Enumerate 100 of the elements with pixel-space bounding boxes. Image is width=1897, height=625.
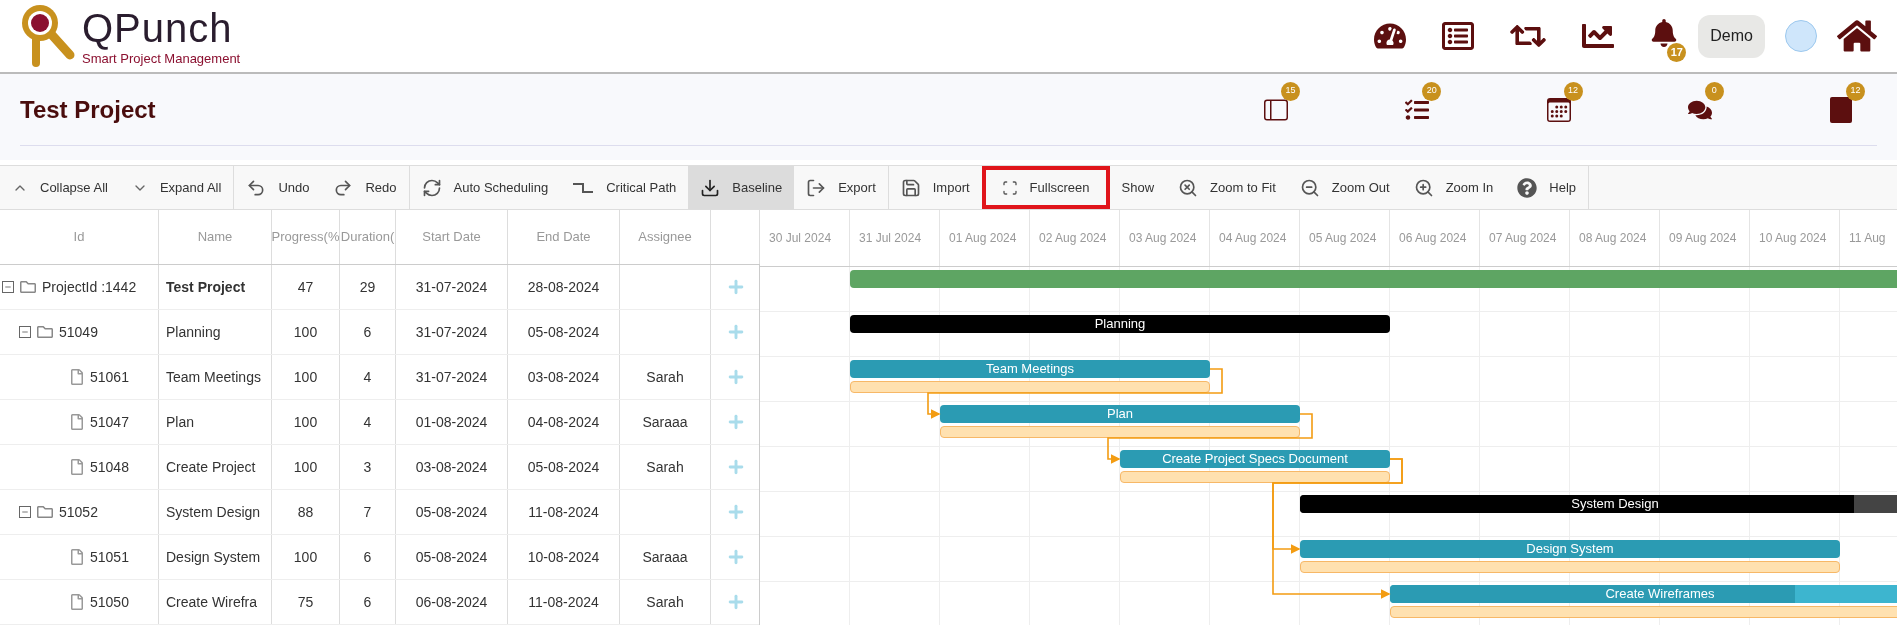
table-cell: 11-08-2024 [508, 490, 620, 534]
table-cell: 100 [272, 535, 340, 579]
timeline-day: 30 Jul 2024 [760, 210, 850, 266]
step-line-icon [572, 180, 595, 195]
minus-icon [4, 283, 12, 291]
table-cell: 06-08-2024 [396, 580, 508, 624]
table-cell: 31-07-2024 [396, 355, 508, 399]
timeline-day: 04 Aug 2024 [1210, 210, 1300, 266]
toolbar-button[interactable]: Expand All [119, 166, 234, 209]
column-header: End Date [508, 210, 620, 264]
column-header: Assignee [620, 210, 711, 264]
table-cell: Create Wirefra [159, 580, 272, 624]
toolbar-button[interactable]: Zoom Out [1287, 166, 1402, 209]
notifications-button[interactable] [1650, 18, 1679, 47]
table-cell: 75 [272, 580, 340, 624]
toolbar-button[interactable]: Zoom In [1401, 166, 1506, 209]
toolbar-button[interactable]: Collapse All [0, 166, 120, 209]
toolbar-button[interactable]: Import [888, 166, 982, 209]
table-cell: 88 [272, 490, 340, 534]
timeline-day: 08 Aug 2024 [1570, 210, 1660, 266]
file-icon [70, 594, 84, 610]
table-cell: Test Project [159, 265, 272, 309]
table-cell: 3 [340, 445, 396, 489]
table-cell: 100 [272, 445, 340, 489]
folder-icon [37, 504, 53, 520]
table-cell: Sarah [620, 445, 711, 489]
timeline-day: 07 Aug 2024 [1480, 210, 1570, 266]
toolbar-button[interactable]: Help [1505, 166, 1589, 209]
table-cell: 100 [272, 355, 340, 399]
help-icon [1517, 177, 1538, 198]
table-cell: Design System [159, 535, 272, 579]
task-id: 51049 [59, 322, 98, 342]
folder-icon [20, 279, 36, 295]
timeline-day: 05 Aug 2024 [1300, 210, 1390, 266]
table-cell: 6 [340, 535, 396, 579]
zoom-out-icon [1299, 177, 1320, 198]
timeline-day: 09 Aug 2024 [1660, 210, 1750, 266]
table-cell: 31-07-2024 [396, 310, 508, 354]
table-cell: Plan [159, 400, 272, 444]
collapse-toggle[interactable] [19, 326, 31, 338]
toolbar-button[interactable]: Show [1109, 166, 1167, 209]
calendar-icon [1546, 97, 1571, 122]
toolbar-button[interactable]: Undo [234, 166, 322, 209]
table-cell: 100 [272, 310, 340, 354]
table-cell: 01-08-2024 [396, 400, 508, 444]
toolbar-button[interactable]: Zoom to Fit [1166, 166, 1288, 209]
task-id: 51052 [59, 502, 98, 522]
table-cell: 10-08-2024 [508, 535, 620, 579]
count-badge: 12 [1846, 81, 1865, 101]
timeline-day: 03 Aug 2024 [1120, 210, 1210, 266]
timeline-day: 10 Aug 2024 [1750, 210, 1840, 266]
column-header: Id [0, 210, 159, 264]
collapse-toggle[interactable] [2, 281, 14, 293]
gantt-bar[interactable]: System Design [1300, 495, 1897, 513]
fullscreen-icon [1001, 179, 1018, 196]
toolbar-button[interactable]: Export [794, 166, 888, 209]
task-id: 51061 [90, 367, 129, 387]
table-cell: 6 [340, 580, 396, 624]
collapse-toggle[interactable] [19, 506, 31, 518]
table-cell: 05-08-2024 [508, 445, 620, 489]
toolbar-button[interactable]: Fullscreen [981, 166, 1110, 209]
toolbar-button[interactable]: Baseline [688, 166, 795, 209]
table-cell: 05-08-2024 [508, 310, 620, 354]
task-id: 51048 [90, 457, 129, 477]
zoom-in-icon [1413, 177, 1434, 198]
timeline-day: 01 Aug 2024 [940, 210, 1030, 266]
zoom-fit-icon [1178, 177, 1199, 198]
toolbar-button[interactable]: Critical Path [560, 166, 689, 209]
list-button[interactable] [1442, 20, 1475, 52]
save-icon [900, 177, 921, 198]
toolbar-button[interactable]: Redo [321, 166, 409, 209]
count-badge: 15 [1281, 81, 1300, 101]
layout-icon [1264, 97, 1288, 122]
logo-name: QPunch [82, 7, 234, 48]
table-cell: Team Meetings [159, 355, 272, 399]
table-cell: 6 [340, 310, 396, 354]
download-icon [700, 177, 721, 198]
user-button[interactable]: Demo [1698, 14, 1765, 58]
bell-icon [1650, 18, 1679, 47]
timeline-day: 31 Jul 2024 [850, 210, 940, 266]
toolbar-button[interactable]: Auto Scheduling [409, 166, 561, 209]
list-icon [1442, 20, 1475, 52]
table-cell: Planning [159, 310, 272, 354]
column-header: Name [159, 210, 272, 264]
table-cell: System Design [159, 490, 272, 534]
table-cell: 31-07-2024 [396, 265, 508, 309]
notification-badge: 17 [1667, 42, 1687, 62]
note-icon [1830, 96, 1852, 123]
gantt-bar[interactable]: Planning [850, 315, 1390, 333]
table-cell: 04-08-2024 [508, 400, 620, 444]
file-icon [70, 369, 84, 385]
timeline-day: 02 Aug 2024 [1030, 210, 1120, 266]
table-cell: 03-08-2024 [508, 355, 620, 399]
table-cell: 05-08-2024 [396, 535, 508, 579]
column-header: Duration( [340, 210, 396, 264]
export-icon [806, 177, 827, 198]
table-cell: 28-08-2024 [508, 265, 620, 309]
task-id: 51047 [90, 412, 129, 432]
column-header: Progress(% [272, 210, 340, 264]
table-cell: Saraaa [620, 535, 711, 579]
